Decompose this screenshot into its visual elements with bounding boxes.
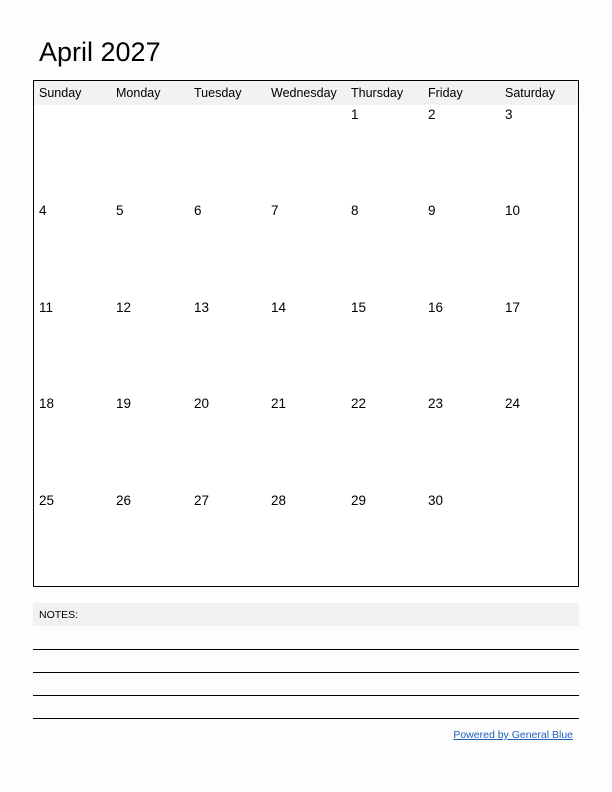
weekday-header-sunday: Sunday xyxy=(39,86,82,100)
day-cell: 26 xyxy=(116,493,132,508)
day-cell: 6 xyxy=(194,203,202,218)
weekday-header-monday: Monday xyxy=(116,86,161,100)
day-cell: 29 xyxy=(351,493,367,508)
day-cell: 12 xyxy=(116,300,132,315)
day-cell: 25 xyxy=(39,493,55,508)
weekday-header-wednesday: Wednesday xyxy=(271,86,337,100)
day-cell: 11 xyxy=(39,300,54,315)
page-title: April 2027 xyxy=(39,37,161,67)
day-cell: 15 xyxy=(351,300,367,315)
day-cell: 19 xyxy=(116,396,132,411)
calendar-grid: Sunday Monday Tuesday Wednesday Thursday Frid… xyxy=(33,80,579,587)
day-cell: 30 xyxy=(428,493,444,508)
day-cell: 7 xyxy=(271,203,279,218)
day-cell: 20 xyxy=(194,396,210,411)
day-cell: 28 xyxy=(271,493,287,508)
day-cell: 9 xyxy=(428,203,436,218)
day-cell: 1 xyxy=(351,107,359,122)
note-line[interactable] xyxy=(33,695,579,696)
day-cell: 10 xyxy=(505,203,521,218)
day-cell: 8 xyxy=(351,203,359,218)
day-cell: 23 xyxy=(428,396,444,411)
day-cell: 17 xyxy=(505,300,521,315)
weekday-header-friday: Friday xyxy=(428,86,463,100)
notes-header: NOTES: xyxy=(33,603,579,626)
day-cell: 21 xyxy=(271,396,287,411)
day-cell: 4 xyxy=(39,203,47,218)
note-line[interactable] xyxy=(33,672,579,673)
weekday-header-saturday: Saturday xyxy=(505,86,556,100)
day-cell: 5 xyxy=(116,203,124,218)
weekday-header-row: Sunday Monday Tuesday Wednesday Thursday Frid… xyxy=(34,81,578,105)
weekday-header-tuesday: Tuesday xyxy=(194,86,242,100)
note-line[interactable] xyxy=(33,718,579,719)
day-cell: 14 xyxy=(271,300,287,315)
day-cell: 3 xyxy=(505,107,513,122)
notes-label: NOTES: xyxy=(39,609,79,621)
note-line[interactable] xyxy=(33,649,579,650)
day-cell: 16 xyxy=(428,300,444,315)
day-cell: 2 xyxy=(428,107,436,122)
day-cell: 27 xyxy=(194,493,210,508)
day-cell: 24 xyxy=(505,396,521,411)
weekday-header-thursday: Thursday xyxy=(351,86,404,100)
day-cell: 18 xyxy=(39,396,55,411)
day-cell: 22 xyxy=(351,396,367,411)
powered-by-link[interactable]: Powered by General Blue xyxy=(453,729,573,742)
day-cell: 13 xyxy=(194,300,210,315)
